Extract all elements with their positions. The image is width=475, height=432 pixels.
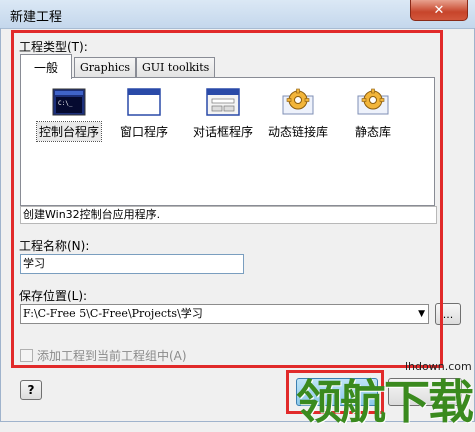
title-bar: 新建工程 <box>0 0 475 29</box>
help-icon: ? <box>27 383 35 397</box>
watermark-logo: 领航下载 <box>296 375 474 429</box>
tab-general[interactable]: 一般 <box>20 54 72 79</box>
help-button[interactable]: ? <box>20 380 42 400</box>
highlight-box-main <box>11 30 443 368</box>
window-title: 新建工程 <box>10 10 63 25</box>
close-button[interactable]: ✕ <box>410 0 468 21</box>
close-icon: ✕ <box>433 2 445 18</box>
